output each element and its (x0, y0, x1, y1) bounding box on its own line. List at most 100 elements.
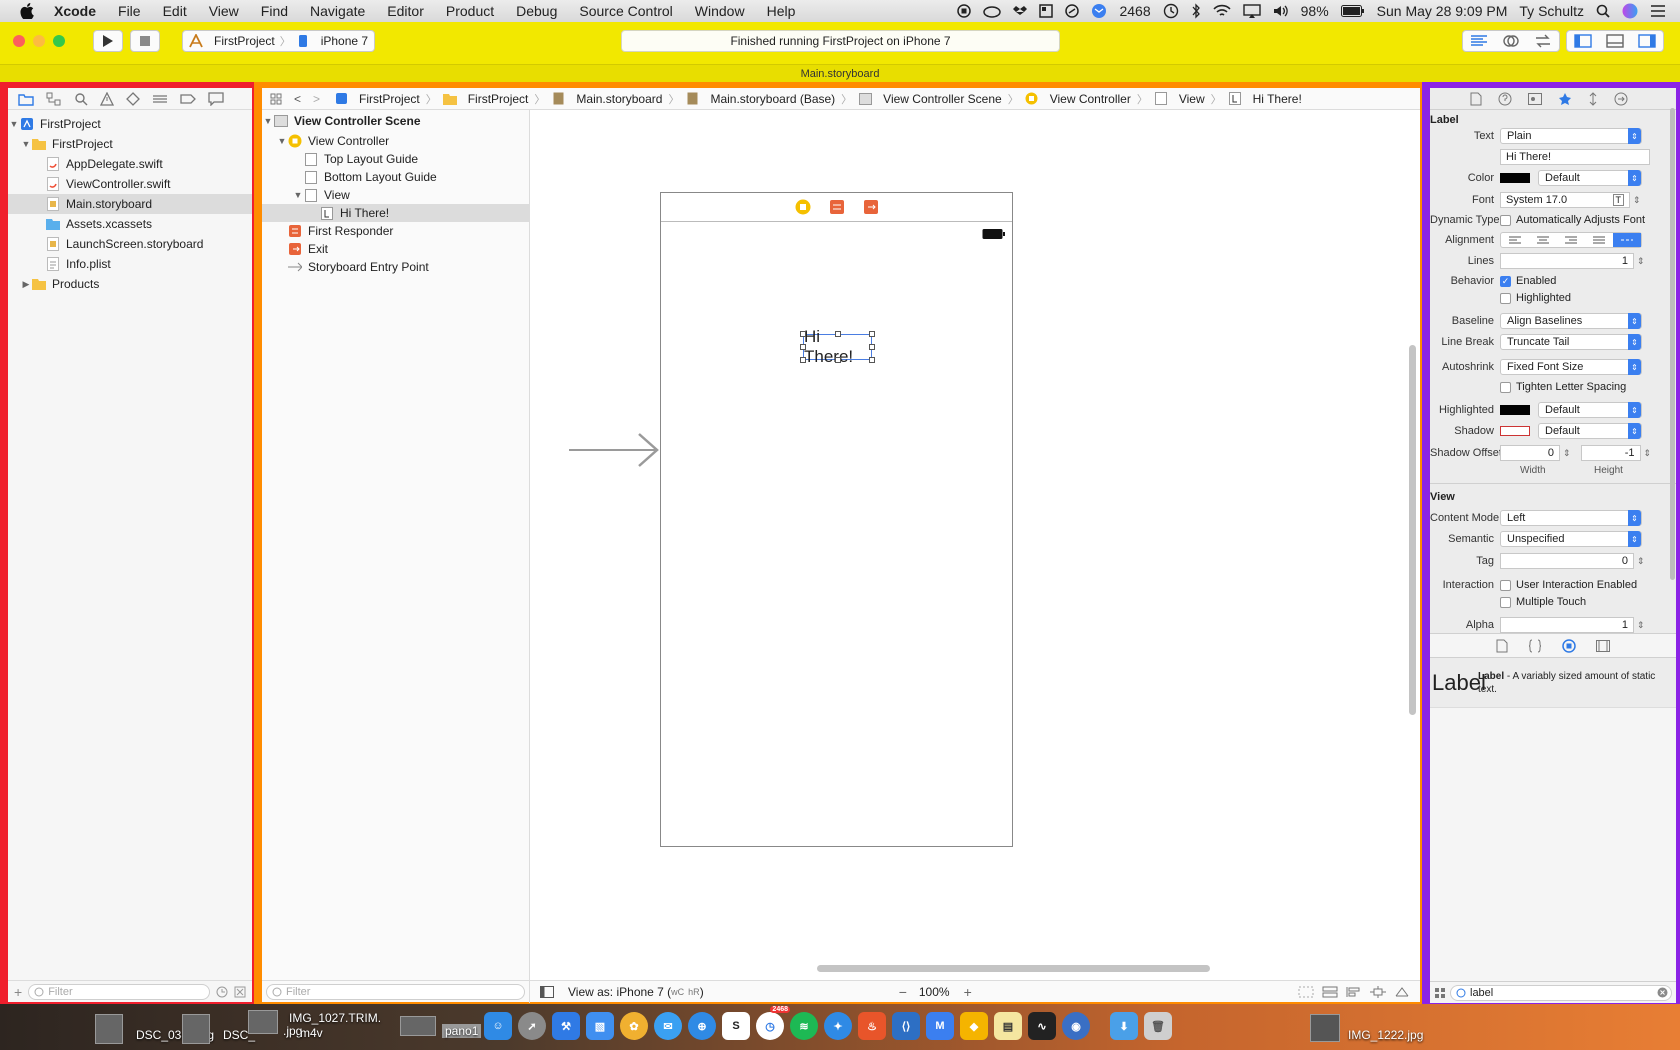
tree-item-assets[interactable]: Assets.xcassets (8, 214, 252, 234)
resize-handle[interactable] (800, 344, 806, 350)
spotify-icon[interactable]: ≋ (790, 1012, 818, 1040)
minimize-window-button[interactable] (33, 35, 45, 47)
user-name[interactable]: Ty Schultz (1519, 3, 1584, 19)
finder-icon[interactable]: ☺ (484, 1012, 512, 1040)
align-right-icon[interactable] (1557, 233, 1585, 247)
color-swatch[interactable] (1500, 173, 1530, 183)
scheme-selector[interactable]: FirstProject 〉 iPhone 7 (182, 30, 376, 52)
alignment-segmented[interactable] (1500, 232, 1642, 248)
grid-app-icon[interactable] (1039, 4, 1054, 18)
dropbox-icon[interactable] (1013, 4, 1028, 18)
text-type-popup[interactable]: Plain ⇕ (1500, 128, 1642, 144)
first-responder-icon[interactable] (829, 199, 845, 215)
dock-image-thumbnail[interactable] (182, 1014, 210, 1044)
find-navigator-icon[interactable] (74, 92, 88, 106)
siri-icon[interactable] (1622, 3, 1638, 19)
safari-icon[interactable]: ⊕ (688, 1012, 716, 1040)
close-window-button[interactable] (13, 35, 25, 47)
editor-tab-title[interactable]: Main.storyboard (0, 64, 1680, 82)
outline-item-bottom-layout-guide[interactable]: Bottom Layout Guide (262, 168, 529, 186)
clear-search-icon[interactable] (1657, 987, 1668, 998)
outline-item-first-responder[interactable]: First Responder (262, 222, 529, 240)
photos-icon[interactable]: ✿ (620, 1012, 648, 1040)
zoom-in-button[interactable]: + (964, 984, 972, 1000)
launchpad-icon[interactable]: ➚ (518, 1012, 546, 1040)
toggle-outline-icon[interactable] (540, 985, 554, 998)
grid-view-icon[interactable] (1434, 987, 1446, 999)
entry-point-arrow-icon[interactable] (569, 432, 661, 468)
time-machine-icon[interactable] (1163, 3, 1179, 19)
back-button[interactable]: < (288, 92, 307, 106)
symbol-navigator-icon[interactable] (46, 92, 62, 106)
text-value-field[interactable]: Hi There! (1500, 149, 1650, 165)
recent-files-icon[interactable] (216, 986, 228, 998)
menu-view[interactable]: View (198, 3, 250, 19)
disclosure-triangle-icon[interactable]: ▼ (20, 139, 32, 149)
align-left-icon[interactable] (1501, 233, 1529, 247)
forward-button[interactable]: > (313, 92, 328, 106)
disclosure-triangle-icon[interactable]: ▼ (8, 119, 20, 129)
zoom-window-button[interactable] (53, 35, 65, 47)
standard-editor-icon[interactable] (1463, 31, 1495, 51)
sublime-icon[interactable]: S (722, 1012, 750, 1040)
downloads-folder-icon[interactable]: ⬇ (1110, 1012, 1138, 1040)
media-library-icon[interactable] (1596, 639, 1610, 652)
toggle-debug-area-icon[interactable] (1599, 31, 1631, 51)
vertical-scrollbar[interactable] (1409, 345, 1416, 715)
identity-inspector-icon[interactable] (1528, 92, 1542, 105)
exit-icon[interactable] (863, 199, 879, 215)
dynamic-type-checkbox[interactable] (1500, 214, 1511, 226)
view-controller-scene[interactable]: Hi There! (660, 192, 1013, 847)
outline-item-exit[interactable]: Exit (262, 240, 529, 258)
menu-source-control[interactable]: Source Control (568, 3, 683, 19)
outline-item-hi-there-label[interactable]: Hi There! (262, 204, 529, 222)
tree-item-info-plist[interactable]: Info.plist (8, 254, 252, 274)
connections-inspector-icon[interactable] (1614, 92, 1628, 106)
library-search-input[interactable]: label (1450, 984, 1672, 1001)
outline-filter-input[interactable]: Filter (266, 983, 525, 1000)
crumb-scene[interactable]: View Controller Scene (858, 92, 1002, 106)
resize-handle[interactable] (869, 344, 875, 350)
shadow-width-field[interactable]: 0 (1500, 445, 1560, 461)
issue-navigator-icon[interactable] (100, 91, 114, 106)
align-center-icon[interactable] (1529, 233, 1557, 247)
highlighted-color-swatch[interactable] (1500, 405, 1530, 415)
outline-item-view[interactable]: ▼ View (262, 186, 529, 204)
notification-center-icon[interactable] (1650, 4, 1666, 18)
shadow-height-stepper[interactable]: ⇕ (1644, 448, 1652, 459)
horizontal-scrollbar[interactable] (817, 965, 1210, 972)
crumb-view[interactable]: View (1154, 92, 1205, 106)
markdown-app-icon[interactable]: M (926, 1012, 954, 1040)
tree-item-viewcontroller[interactable]: ViewController.swift (8, 174, 252, 194)
toggle-utilities-icon[interactable] (1631, 31, 1663, 51)
airplay-icon[interactable] (1242, 4, 1261, 18)
sketch-icon[interactable]: ◆ (960, 1012, 988, 1040)
enabled-checkbox[interactable]: ✓ (1500, 275, 1511, 287)
font-field[interactable]: System 17.0 T (1500, 192, 1630, 208)
project-navigator-icon[interactable] (18, 92, 34, 106)
tree-item-launchscreen[interactable]: LaunchScreen.storyboard (8, 234, 252, 254)
clock[interactable]: Sun May 28 9:09 PM (1377, 3, 1508, 19)
alpha-stepper[interactable]: ⇕ (1637, 620, 1645, 631)
resize-handle[interactable] (869, 357, 875, 363)
apple-menu-icon[interactable] (0, 3, 54, 19)
debug-navigator-icon[interactable] (152, 92, 168, 106)
hi-there-label[interactable]: Hi There! (800, 327, 875, 366)
highlighted-color-popup[interactable]: Default ⇕ (1538, 402, 1642, 418)
network-app-icon[interactable]: ◉ (1062, 1012, 1090, 1040)
disclosure-triangle-icon[interactable]: ▼ (262, 116, 274, 126)
pin-icon[interactable] (1370, 985, 1386, 998)
highlighted-checkbox[interactable] (1500, 292, 1511, 304)
crumb-label[interactable]: Hi There! (1228, 92, 1302, 106)
test-navigator-icon[interactable] (126, 91, 140, 106)
align-justify-icon[interactable] (1585, 233, 1613, 247)
view-controller-icon[interactable] (795, 199, 811, 215)
disclosure-triangle-icon[interactable]: ▼ (276, 136, 288, 146)
flame-app-icon[interactable]: ♨ (858, 1012, 886, 1040)
quick-help-icon[interactable] (1498, 92, 1512, 106)
align-natural-icon[interactable] (1613, 233, 1641, 247)
crumb-project[interactable]: FirstProject (334, 92, 420, 106)
resize-handle[interactable] (869, 331, 875, 337)
file-inspector-icon[interactable] (1470, 92, 1482, 106)
shadow-height-field[interactable]: -1 (1580, 445, 1641, 461)
